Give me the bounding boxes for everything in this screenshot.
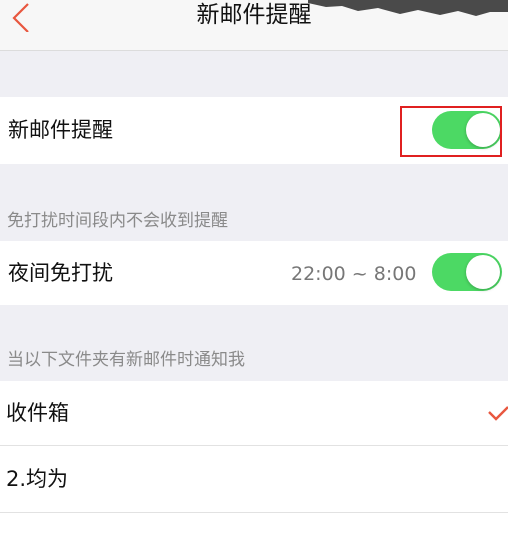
folder-item-inbox[interactable]: 收件箱 — [0, 381, 508, 445]
quiet-hours-label: 夜间免打扰 — [8, 261, 113, 285]
nav-header: 新邮件提醒 — [0, 0, 508, 51]
highlight-box — [400, 106, 502, 157]
quiet-hours-time-range[interactable]: 22:00 ~ 8:00 — [291, 261, 416, 287]
folder-item-label: 收件箱 — [6, 401, 69, 425]
quiet-hours-row: 夜间免打扰 — [0, 241, 508, 305]
quiet-hours-toggle[interactable] — [432, 253, 502, 291]
folder-item-partial[interactable] — [0, 513, 508, 536]
folder-item-label: 2.均为 — [6, 467, 69, 491]
new-mail-alert-label: 新邮件提醒 — [8, 118, 113, 142]
quiet-hours-section-label: 免打扰时间段内不会收到提醒 — [7, 211, 228, 231]
toggle-knob — [466, 255, 500, 289]
folders-section-label: 当以下文件夹有新邮件时通知我 — [7, 350, 245, 370]
torn-edge-decoration — [308, 0, 508, 16]
checkmark-icon — [488, 406, 508, 421]
folder-item-2[interactable]: 2.均为 — [0, 446, 508, 512]
